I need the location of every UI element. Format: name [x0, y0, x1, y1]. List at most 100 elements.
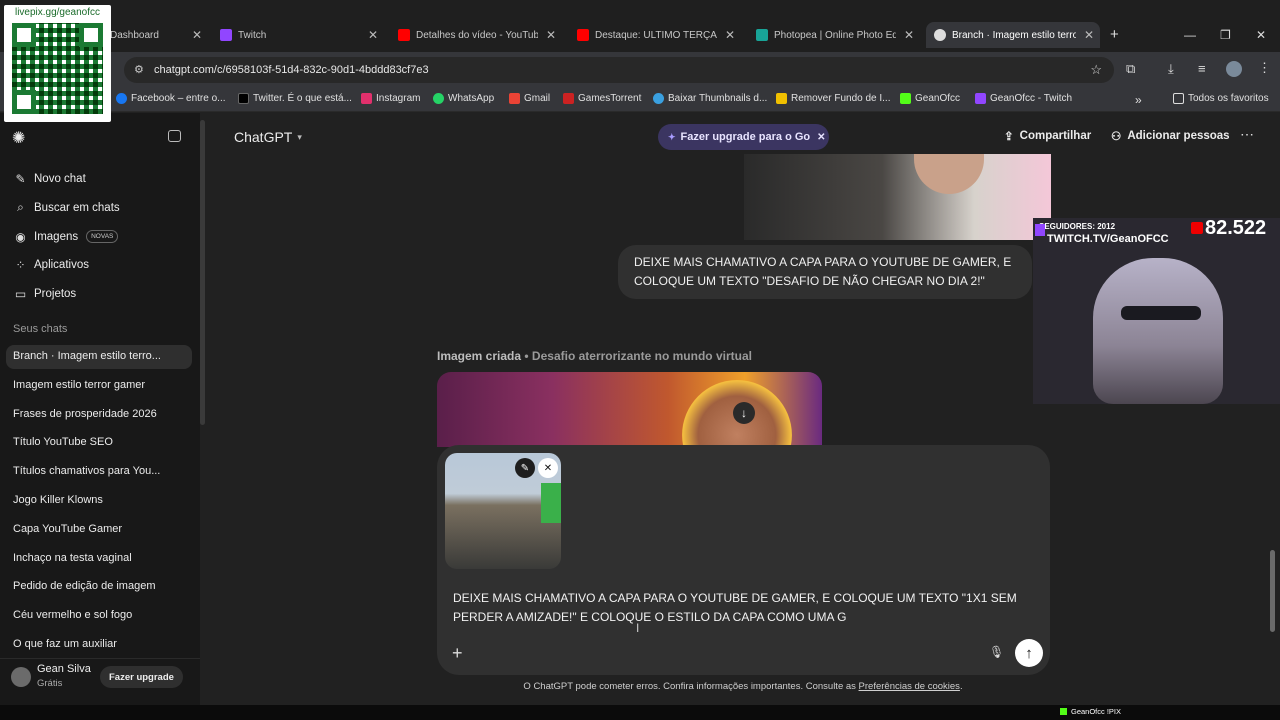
- edit-icon: ✎: [15, 171, 26, 186]
- extensions-icon[interactable]: ⧉: [1126, 61, 1135, 77]
- share-button[interactable]: ⇪ Compartilhar: [1004, 129, 1091, 143]
- chat-item[interactable]: Título YouTube SEO: [13, 436, 183, 448]
- chat-item[interactable]: Imagem estilo terror gamer: [13, 379, 183, 391]
- chat-item[interactable]: Jogo Killer Klowns: [13, 494, 183, 506]
- sidebar-item-search[interactable]: ⌕ Buscar em chats: [13, 200, 120, 215]
- folder-icon: [1173, 93, 1184, 104]
- browser-menu-icon[interactable]: ⋮: [1258, 60, 1271, 76]
- edit-attachment-icon[interactable]: ✎: [515, 458, 535, 478]
- tab-youtube-destaque[interactable]: Destaque: ULTIMO TERÇA DI ✕: [569, 22, 741, 48]
- sidebar-item-images[interactable]: ◉ Imagens NOVAS: [13, 229, 119, 244]
- bookmark-thumbnails[interactable]: Baixar Thumbnails d...: [653, 93, 767, 104]
- model-selector[interactable]: ChatGPT ▾: [234, 129, 302, 145]
- qr-label: livepix.gg/geanofcc: [14, 7, 101, 18]
- tab-dashboard[interactable]: Dashboard ✕: [110, 22, 208, 48]
- chat-item[interactable]: Inchaço na testa vaginal: [13, 552, 183, 564]
- whatsapp-icon: [433, 93, 444, 104]
- tab-chatgpt-active[interactable]: Branch · Imagem estilo terror ✕: [926, 22, 1100, 48]
- more-options-icon[interactable]: ⋯: [1240, 126, 1254, 143]
- cookie-preferences-link[interactable]: Preferências de cookies: [859, 681, 960, 692]
- media-control-icon[interactable]: ≡: [1198, 61, 1206, 76]
- chat-item[interactable]: Pedido de edição de imagem: [13, 580, 183, 592]
- text-cursor-icon: I: [636, 621, 640, 635]
- chat-item[interactable]: Frases de prosperidade 2026: [13, 408, 183, 420]
- close-pill-icon[interactable]: ✕: [817, 132, 825, 143]
- openai-logo-icon[interactable]: ✺: [12, 128, 25, 148]
- chat-item[interactable]: O que faz um auxiliar: [13, 638, 183, 650]
- search-icon: ⌕: [17, 200, 24, 214]
- tab-youtube-details[interactable]: Detalhes do vídeo - YouTube ✕: [390, 22, 562, 48]
- close-tab-icon[interactable]: ✕: [368, 28, 378, 42]
- sidebar-toggle-icon[interactable]: [168, 130, 181, 142]
- bookmark-gmail[interactable]: Gmail: [509, 93, 550, 104]
- generated-image[interactable]: ↓: [437, 372, 822, 447]
- site-info-icon[interactable]: ⚙: [134, 63, 144, 76]
- bookmark-twitter[interactable]: Twitter. É o que está...: [238, 93, 352, 104]
- add-people-button[interactable]: ⚇ Adicionar pessoas: [1111, 129, 1230, 143]
- share-icon: ⇪: [1004, 131, 1014, 143]
- bookmark-gamestorrent[interactable]: GamesTorrent: [563, 93, 641, 104]
- chat-item[interactable]: Céu vermelho e sol fogo: [13, 609, 183, 621]
- chatgpt-icon: [934, 29, 946, 41]
- sidebar-item-projects[interactable]: ▭ Projetos: [13, 286, 76, 301]
- download-image-icon[interactable]: ↓: [733, 402, 755, 424]
- send-button[interactable]: ↑: [1015, 639, 1043, 667]
- close-tab-icon[interactable]: ✕: [546, 28, 556, 42]
- bookmark-whatsapp[interactable]: WhatsApp: [433, 93, 494, 104]
- minimize-icon[interactable]: —: [1184, 28, 1196, 42]
- user-panel[interactable]: Gean Silva Grátis Fazer upgrade: [0, 658, 200, 705]
- sidebar-scrollbar[interactable]: [200, 120, 205, 425]
- instagram-icon: [361, 93, 372, 104]
- close-tab-icon[interactable]: ✕: [904, 28, 914, 42]
- url-field[interactable]: ⚙ chatgpt.com/c/6958103f-51d4-832c-90d1-…: [124, 57, 1114, 83]
- previous-image-thumbnail[interactable]: [744, 154, 1051, 240]
- restore-icon[interactable]: ❐: [1220, 28, 1231, 42]
- youtube-icon: [398, 29, 410, 41]
- close-tab-icon[interactable]: ✕: [192, 28, 202, 42]
- remove-attachment-icon[interactable]: ✕: [538, 458, 558, 478]
- upgrade-go-pill[interactable]: ✦ Fazer upgrade para o Go ✕: [658, 124, 829, 150]
- gmail-icon: [509, 93, 520, 104]
- microphone-icon[interactable]: 🎙: [989, 645, 1004, 659]
- image-caption: Imagem criada • Desafio aterrorizante no…: [437, 349, 752, 363]
- all-favorites[interactable]: Todos os favoritos: [1173, 93, 1269, 104]
- apps-icon: ⁘: [15, 257, 26, 272]
- chat-item[interactable]: Títulos chamativos para You...: [13, 465, 183, 477]
- close-tab-icon[interactable]: ✕: [1084, 28, 1094, 42]
- webcam-overlay: SEGUIDORES: 2012 TWITCH.TV/GeanOFCC 82.5…: [1033, 217, 1280, 404]
- followers-label: SEGUIDORES: 2012: [1039, 222, 1116, 231]
- bookmark-star-icon[interactable]: ☆: [1090, 62, 1102, 78]
- download-icon[interactable]: ⤓: [1168, 61, 1174, 77]
- bookmarks-overflow-icon[interactable]: »: [1135, 93, 1142, 107]
- sidebar-upgrade-button[interactable]: Fazer upgrade: [100, 666, 183, 688]
- facebook-icon: [116, 93, 127, 104]
- sidebar-item-new-chat[interactable]: ✎ Novo chat: [13, 171, 85, 186]
- bookmark-remove-bg[interactable]: Remover Fundo de I...: [776, 93, 891, 104]
- chat-item[interactable]: Capa YouTube Gamer: [13, 523, 183, 535]
- kick-icon: [1060, 708, 1067, 715]
- new-tab-icon[interactable]: +: [1110, 26, 1119, 43]
- bookmark-twitch[interactable]: GeanOfcc - Twitch: [975, 93, 1072, 104]
- attached-image-thumbnail[interactable]: ✎ ✕: [445, 453, 561, 569]
- chevron-down-icon: ▾: [297, 131, 302, 142]
- twitch-icon: [975, 93, 986, 104]
- sidebar-item-apps[interactable]: ⁘ Aplicativos: [13, 257, 89, 272]
- new-badge: NOVAS: [86, 230, 119, 243]
- x-icon: [238, 93, 249, 104]
- main-scrollbar[interactable]: [1270, 550, 1275, 632]
- prompt-input[interactable]: DEIXE MAIS CHAMATIVO A CAPA PARA O YOUTU…: [453, 589, 1033, 627]
- tab-photopea[interactable]: Photopea | Online Photo Edi ✕: [748, 22, 920, 48]
- bookmark-facebook[interactable]: Facebook – entre o...: [116, 93, 226, 104]
- youtube-icon: [577, 29, 589, 41]
- bookmark-instagram[interactable]: Instagram: [361, 93, 420, 104]
- close-window-icon[interactable]: ✕: [1256, 28, 1266, 42]
- tab-twitch[interactable]: Twitch ✕: [212, 22, 384, 48]
- streamer-person-image: [1093, 258, 1223, 404]
- close-tab-icon[interactable]: ✕: [725, 28, 735, 42]
- profile-avatar[interactable]: [1226, 61, 1242, 77]
- qr-finder: [79, 23, 103, 47]
- attach-plus-icon[interactable]: +: [452, 643, 463, 664]
- chat-item[interactable]: Branch · Imagem estilo terro...: [13, 350, 183, 362]
- bookmark-kick[interactable]: GeanOfcc: [900, 93, 960, 104]
- qr-finder: [12, 90, 36, 114]
